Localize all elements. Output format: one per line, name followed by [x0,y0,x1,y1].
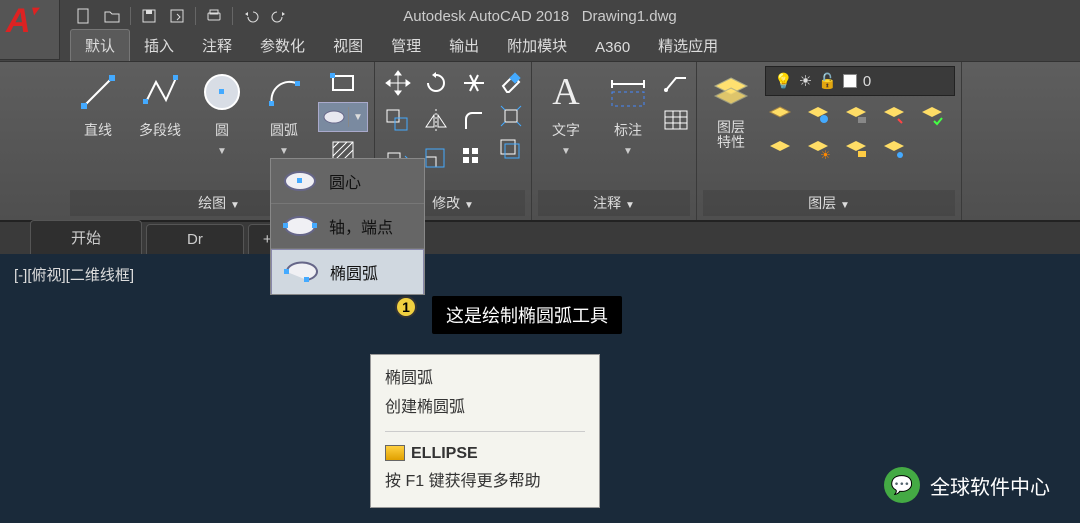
tooltip-command: ELLIPSE [385,440,585,469]
window-title: Autodesk AutoCAD 2018 Drawing1.dwg [403,8,677,25]
tooltip-help: 按 F1 键获得更多帮助 [385,468,585,497]
line-button[interactable]: 直线 [70,66,126,190]
svg-text:☀: ☀ [820,148,831,162]
mirror-icon[interactable] [419,104,453,138]
lock-icon: 🔓 [818,72,837,90]
ribbon: 直线 多段线 圆▼ 圆弧▼ ▼ 绘图 ▼ [0,62,1080,222]
quick-access-toolbar [74,6,289,26]
layer-match-icon[interactable] [879,136,913,166]
layer-properties-button[interactable]: 图层 特性 [703,66,759,190]
tab-addins[interactable]: 附加模块 [493,30,581,61]
tab-manage[interactable]: 管理 [377,30,435,61]
ellipse-axis-icon [281,212,319,240]
app-menu-button[interactable]: A▾ [0,0,60,60]
watermark-text: 全球软件中心 [930,471,1050,500]
ellipse-center-icon [281,167,319,195]
tab-insert[interactable]: 插入 [130,30,188,61]
layer-on-icon[interactable] [765,136,799,166]
offset-icon[interactable] [497,136,525,164]
save-icon[interactable] [139,6,159,26]
tab-a360[interactable]: A360 [581,34,644,61]
circle-button[interactable]: 圆▼ [194,66,250,190]
leader-icon[interactable] [662,70,690,98]
sun-icon: ☀ [799,72,812,90]
separator [232,7,233,25]
layer-lock-icon[interactable] [841,102,875,132]
color-swatch [843,74,857,88]
viewport-label[interactable]: [-][俯视][二维线框] [14,267,134,284]
bulb-icon: 💡 [774,72,793,90]
tooltip-title: 椭圆弧 [385,365,585,394]
dimension-button[interactable]: 标注▼ [600,66,656,190]
ellipse-flyout: 圆心 轴，端点 椭圆弧 [270,158,425,295]
ellipse-center-option[interactable]: 圆心 [271,159,424,204]
tooltip: 椭圆弧 创建椭圆弧 ELLIPSE 按 F1 键获得更多帮助 [370,354,600,508]
trim-icon[interactable] [457,66,491,100]
explode-icon[interactable] [497,102,525,130]
annotation-badge-1: 1 [395,296,417,318]
file-tab-start[interactable]: 开始 [30,220,142,254]
plot-icon[interactable] [204,6,224,26]
ellipse-arc-option[interactable]: 椭圆弧 [271,249,424,294]
layer-off-icon[interactable] [765,102,799,132]
ellipse-axis-option[interactable]: 轴，端点 [271,204,424,249]
undo-icon[interactable] [241,6,261,26]
table-icon[interactable] [662,106,690,134]
panel-layers-title[interactable]: 图层 ▼ [703,190,955,216]
polyline-button[interactable]: 多段线 [132,66,188,190]
layer-iso-icon[interactable] [879,102,913,132]
copy-icon[interactable] [381,104,415,138]
redo-icon[interactable] [269,6,289,26]
file-tabs: 开始 Dr + [0,222,1080,254]
ellipse-dropdown[interactable]: ▼ [318,102,368,132]
open-icon[interactable] [102,6,122,26]
watermark: 💬 全球软件中心 [884,467,1050,503]
command-icon [385,445,405,461]
text-button[interactable]: A文字▼ [538,66,594,190]
layer-name: 0 [863,73,871,90]
wechat-icon: 💬 [884,467,920,503]
tooltip-desc: 创建椭圆弧 [385,394,585,423]
new-icon[interactable] [74,6,94,26]
layer-freeze-icon[interactable] [803,102,837,132]
title-bar: Autodesk AutoCAD 2018 Drawing1.dwg [0,0,1080,32]
flyout-label: 轴，端点 [329,214,393,238]
panel-annotation-title[interactable]: 注释 ▼ [538,190,690,216]
tab-default[interactable]: 默认 [70,29,130,61]
flyout-label: 椭圆弧 [330,260,378,284]
tab-output[interactable]: 输出 [435,30,493,61]
ellipse-arc-icon [282,258,320,286]
rectangle-icon[interactable] [318,68,368,96]
tab-featured[interactable]: 精选应用 [644,30,732,61]
layer-unlock-icon[interactable] [841,136,875,166]
erase-icon[interactable] [497,68,525,96]
viewport[interactable]: [-][俯视][二维线框] [0,254,1080,295]
separator [130,7,131,25]
saveas-icon[interactable] [167,6,187,26]
layer-thaw-icon[interactable]: ☀ [803,136,837,166]
rotate-icon[interactable] [419,66,453,100]
ribbon-tabs: 默认 插入 注释 参数化 视图 管理 输出 附加模块 A360 精选应用 [0,32,1080,62]
layer-make-current-icon[interactable] [917,102,951,132]
move-icon[interactable] [381,66,415,100]
annotation-text: 这是绘制椭圆弧工具 [432,296,622,334]
array-icon[interactable] [457,142,491,176]
panel-annotation: A文字▼ 标注▼ 注释 ▼ [532,62,697,220]
separator [195,7,196,25]
panel-layers: 图层 特性 💡 ☀ 🔓 0 ☀ [697,62,962,220]
layer-dropdown[interactable]: 💡 ☀ 🔓 0 [765,66,955,96]
flyout-label: 圆心 [329,169,361,193]
tab-annotate[interactable]: 注释 [188,30,246,61]
tab-parametric[interactable]: 参数化 [246,30,319,61]
fillet-icon[interactable] [457,104,491,138]
file-tab-drawing1[interactable]: Dr [146,224,244,254]
tab-view[interactable]: 视图 [319,30,377,61]
